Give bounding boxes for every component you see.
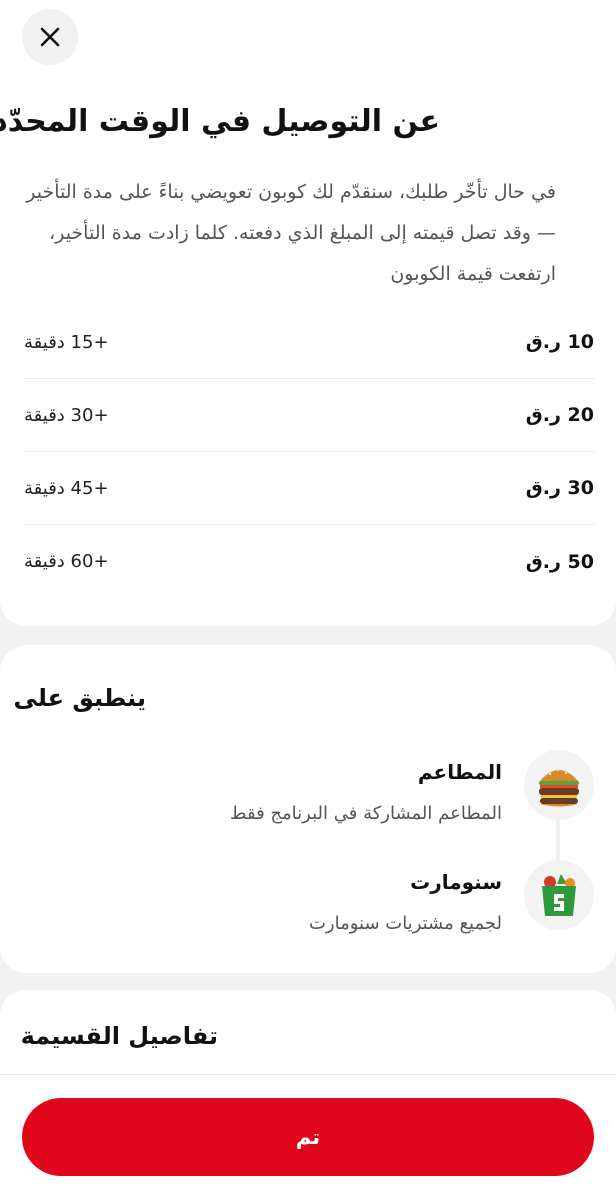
coupon-amount: 20 ر.ق	[525, 404, 594, 426]
grocery-bag-icon	[524, 860, 594, 930]
item-subtitle: المطاعم المشاركة في البرنامج فقط	[229, 803, 502, 824]
coupon-amount: 50 ر.ق	[525, 550, 594, 573]
page-title: عن التوصيل في الوقت المحدّد	[0, 104, 440, 139]
details-title: تفاصيل القسيمة	[20, 1022, 218, 1050]
item-name: سنومارت	[410, 870, 502, 894]
list-item-restaurants: المطاعم المطاعم المشاركة في البرنامج فقط	[24, 750, 594, 840]
item-subtitle: لجميع مشتريات سنومارت	[308, 913, 502, 934]
section-title: ينطبق على	[13, 684, 146, 712]
delay-label: +60 دقيقة	[24, 551, 109, 572]
table-row: +15 دقيقة 10 ر.ق	[24, 306, 594, 379]
delay-label: +30 دقيقة	[24, 404, 109, 426]
table-row: +30 دقيقة 20 ر.ق	[24, 379, 594, 452]
coupon-amount: 30 ر.ق	[525, 477, 594, 499]
compensation-table: +15 دقيقة 10 ر.ق +30 دقيقة 20 ر.ق +45 دق…	[24, 306, 594, 598]
description-text: في حال تأخّر طلبك، سنقدّم لك كوبون تعويض…	[26, 181, 556, 285]
table-row: +60 دقيقة 50 ر.ق	[24, 525, 594, 598]
table-row: +45 دقيقة 30 ر.ق	[24, 452, 594, 525]
item-name: المطاعم	[417, 760, 502, 784]
delay-label: +45 دقيقة	[24, 477, 109, 499]
burger-icon	[524, 750, 594, 820]
close-button[interactable]	[22, 9, 78, 65]
coupon-amount: 10 ر.ق	[525, 331, 594, 353]
close-icon	[40, 27, 60, 47]
delay-label: +15 دقيقة	[24, 331, 109, 353]
done-button[interactable]: تم	[22, 1098, 594, 1176]
list-item-snoomart: سنومارت لجميع مشتريات سنومارت	[24, 860, 594, 950]
